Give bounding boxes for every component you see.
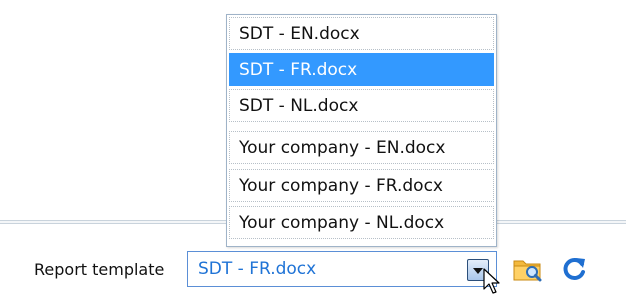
report-template-combobox[interactable]: SDT - FR.docx — [187, 251, 497, 287]
dropdown-option-company-nl[interactable]: Your company - NL.docx — [229, 206, 494, 239]
refresh-icon[interactable] — [560, 255, 588, 283]
report-template-label: Report template — [34, 260, 165, 279]
chevron-down-icon — [473, 268, 483, 274]
dropdown-option-sdt-fr[interactable]: SDT - FR.docx — [229, 53, 494, 86]
template-dropdown-list[interactable]: SDT - EN.docx SDT - FR.docx SDT - NL.doc… — [226, 14, 497, 247]
dropdown-option-company-fr[interactable]: Your company - FR.docx — [229, 169, 494, 202]
dropdown-option-sdt-en[interactable]: SDT - EN.docx — [229, 17, 494, 50]
dropdown-option-sdt-nl[interactable]: SDT - NL.docx — [229, 89, 494, 122]
report-template-value: SDT - FR.docx — [198, 259, 317, 279]
mouse-cursor-icon — [483, 268, 500, 294]
folder-search-icon[interactable] — [513, 256, 543, 282]
dropdown-option-company-en[interactable]: Your company - EN.docx — [229, 131, 494, 164]
